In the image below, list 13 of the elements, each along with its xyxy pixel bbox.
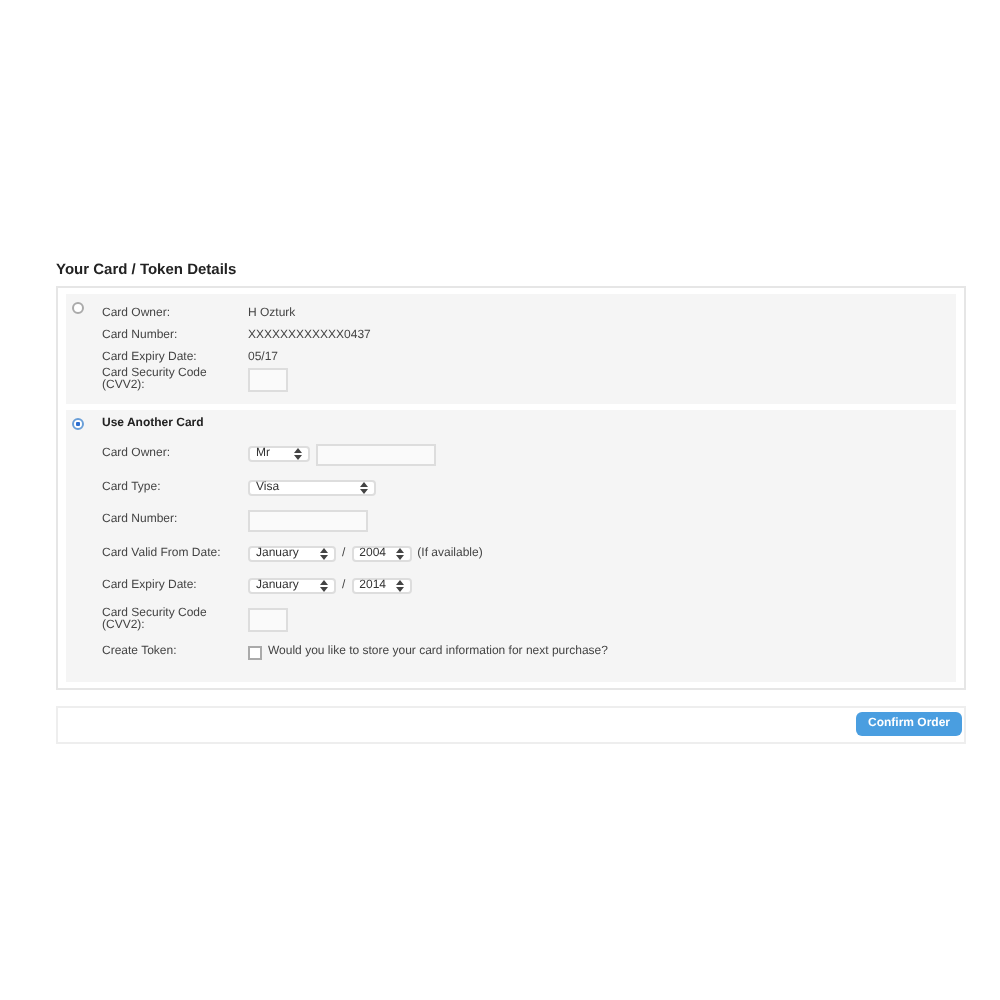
caret-icon [294, 448, 302, 461]
input-field[interactable] [248, 509, 368, 532]
input-field[interactable] [316, 443, 436, 466]
caret-icon [320, 580, 328, 593]
caret-icon [395, 547, 404, 560]
radio-button[interactable] [72, 418, 84, 430]
input-field[interactable] [248, 607, 288, 632]
caret-icon [320, 547, 328, 560]
caret-icon [360, 481, 368, 494]
caret-icon [395, 580, 404, 593]
radio-button[interactable] [72, 302, 84, 314]
checkbox[interactable] [248, 645, 262, 660]
input-field[interactable] [248, 368, 288, 392]
